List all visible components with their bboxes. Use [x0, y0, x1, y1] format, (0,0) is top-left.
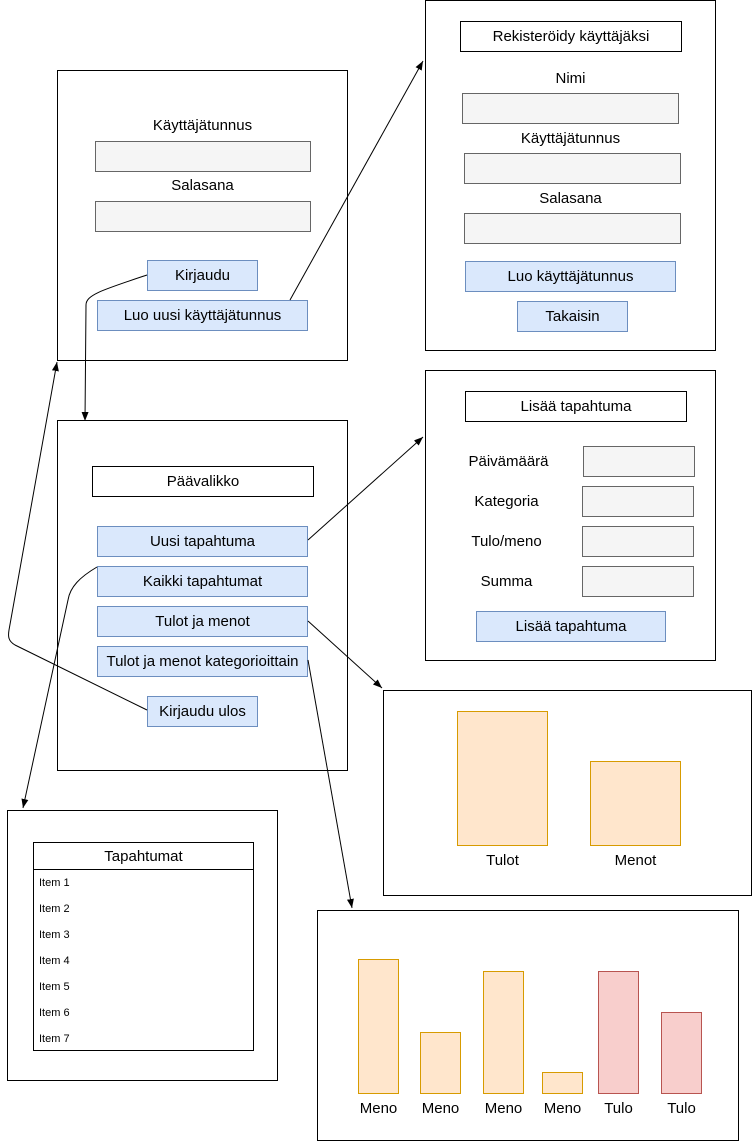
category-label: Kategoria	[474, 493, 539, 510]
register-create-button[interactable]: Luo käyttäjätunnus	[465, 261, 676, 292]
register-password-label: Salasana	[539, 190, 602, 207]
list-item[interactable]: Item 7	[34, 1026, 253, 1052]
events-list-title: Tapahtumat	[34, 843, 253, 870]
register-username-field[interactable]	[464, 153, 681, 184]
type-field[interactable]	[582, 526, 694, 557]
date-label: Päivämäärä	[468, 453, 549, 470]
events-list: Tapahtumat Item 1 Item 2 Item 3 Item 4 I…	[33, 842, 254, 1051]
login-password-label: Salasana	[171, 177, 234, 194]
register-password-field[interactable]	[464, 213, 681, 244]
events-list-screen: Tapahtumat Item 1 Item 2 Item 3 Item 4 I…	[7, 810, 278, 1081]
register-name-field[interactable]	[462, 93, 679, 124]
category-bar-2	[420, 1032, 461, 1094]
register-back-button[interactable]: Takaisin	[517, 301, 628, 332]
category-bar-label: Tulo	[667, 1100, 696, 1117]
totals-chart-screen: Tulot Menot	[383, 690, 752, 896]
list-item[interactable]: Item 6	[34, 1000, 253, 1026]
login-password-field[interactable]	[95, 201, 311, 232]
main-menu-title: Päävalikko	[92, 466, 314, 497]
category-chart-screen: Meno Meno Meno Meno Tulo Tulo	[317, 910, 739, 1141]
category-bar-label: Meno	[359, 1100, 398, 1117]
date-field[interactable]	[583, 446, 695, 477]
login-button[interactable]: Kirjaudu	[147, 260, 258, 291]
category-bar-5	[598, 971, 639, 1094]
list-item[interactable]: Item 5	[34, 974, 253, 1000]
list-item[interactable]: Item 1	[34, 870, 253, 896]
category-bar-label: Meno	[543, 1100, 582, 1117]
register-username-label: Käyttäjätunnus	[520, 130, 621, 147]
add-event-title: Lisää tapahtuma	[465, 391, 687, 422]
expense-bar	[590, 761, 681, 846]
category-bar-3	[483, 971, 524, 1094]
income-bar	[457, 711, 548, 846]
list-item[interactable]: Item 2	[34, 896, 253, 922]
register-name-label: Nimi	[555, 70, 586, 87]
amount-label: Summa	[480, 573, 533, 590]
logout-button[interactable]: Kirjaudu ulos	[147, 696, 258, 727]
income-bar-label: Tulot	[486, 852, 519, 869]
list-item[interactable]: Item 4	[34, 948, 253, 974]
login-screen: Käyttäjätunnus Salasana Kirjaudu Luo uus…	[57, 70, 348, 361]
all-events-button[interactable]: Kaikki tapahtumat	[97, 566, 308, 597]
category-bar-6	[661, 1012, 702, 1094]
create-account-button[interactable]: Luo uusi käyttäjätunnus	[97, 300, 308, 331]
income-expenses-button[interactable]: Tulot ja menot	[97, 606, 308, 637]
list-item[interactable]: Item 3	[34, 922, 253, 948]
income-expenses-by-category-button[interactable]: Tulot ja menot kategorioittain	[97, 646, 308, 677]
add-event-screen: Lisää tapahtuma Päivämäärä Kategoria Tul…	[425, 370, 716, 661]
login-username-field[interactable]	[95, 141, 311, 172]
add-event-submit-button[interactable]: Lisää tapahtuma	[476, 611, 666, 642]
category-field[interactable]	[582, 486, 694, 517]
category-bar-label: Meno	[421, 1100, 460, 1117]
type-label: Tulo/meno	[471, 533, 542, 550]
category-bar-label: Meno	[484, 1100, 523, 1117]
main-menu-screen: Päävalikko Uusi tapahtuma Kaikki tapahtu…	[57, 420, 348, 771]
category-bar-label: Tulo	[604, 1100, 633, 1117]
login-username-label: Käyttäjätunnus	[152, 117, 253, 134]
expense-bar-label: Menot	[614, 852, 657, 869]
amount-field[interactable]	[582, 566, 694, 597]
register-title: Rekisteröidy käyttäjäksi	[460, 21, 682, 52]
new-event-button[interactable]: Uusi tapahtuma	[97, 526, 308, 557]
category-bar-4	[542, 1072, 583, 1094]
category-bar-1	[358, 959, 399, 1094]
register-screen: Rekisteröidy käyttäjäksi Nimi Käyttäjätu…	[425, 0, 716, 351]
